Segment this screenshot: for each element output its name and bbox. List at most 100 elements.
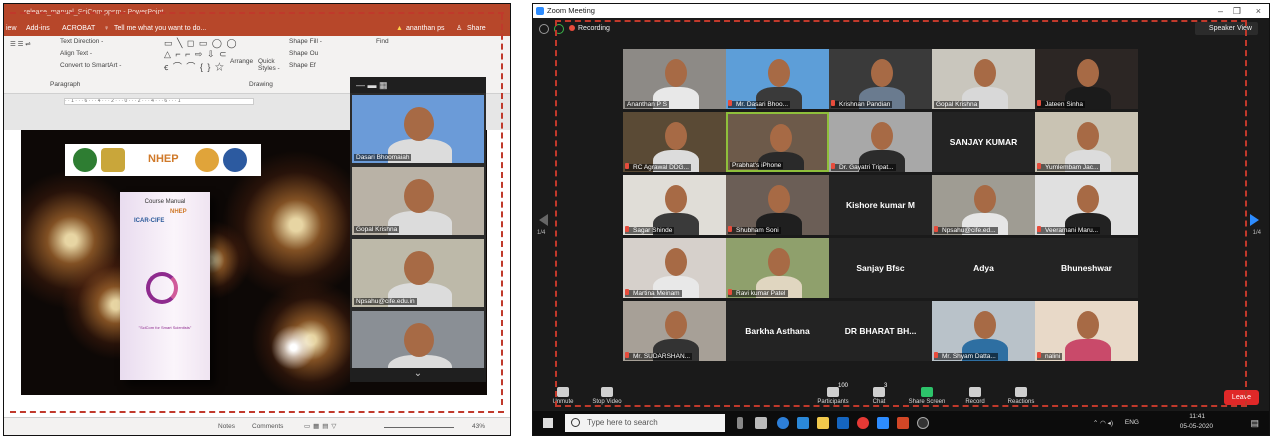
speaker-view-button[interactable]: Speaker View	[1194, 22, 1258, 35]
find-button[interactable]: Find	[376, 38, 389, 45]
person-face	[665, 59, 687, 87]
gallery-toolbar[interactable]: — ▬ ▦	[350, 77, 486, 93]
previous-page-icon[interactable]	[539, 214, 548, 226]
person-face	[665, 122, 687, 150]
participant-tile[interactable]: Gopal Krishna	[932, 49, 1035, 109]
participant-tile[interactable]: Bhuneshwar	[1035, 238, 1138, 298]
gallery-tile[interactable]: Gopal Krishna	[352, 167, 484, 235]
powerpoint-icon[interactable]	[897, 417, 909, 429]
leave-button[interactable]: Leave	[1223, 390, 1259, 405]
unmute-button[interactable]: Unmute	[541, 383, 585, 405]
participant-tile[interactable]: Dr. Gayatri Tripat...	[829, 112, 932, 172]
participant-name: RC Agrawal DDG...	[625, 164, 691, 171]
maximize-icon[interactable]: ❐	[1233, 4, 1241, 18]
participant-tile[interactable]: Barkha Asthana	[726, 301, 829, 361]
shape-effects-button[interactable]: Shape Ef	[289, 62, 316, 69]
chrome-icon[interactable]	[857, 417, 869, 429]
participant-tile[interactable]: Ravi kumar Patel	[726, 238, 829, 298]
stop-video-button[interactable]: Stop Video	[585, 383, 629, 405]
mail-icon[interactable]	[837, 417, 849, 429]
text-direction-button[interactable]: Text Direction -	[60, 38, 103, 45]
person-face	[404, 107, 434, 141]
close-icon[interactable]: ×	[1256, 4, 1261, 18]
partner-logos: NHEP	[65, 144, 261, 176]
store-icon[interactable]	[797, 417, 809, 429]
gallery-tile[interactable]: Dasari Bhoomaiah	[352, 95, 484, 163]
clock-time[interactable]: 11:41	[1189, 413, 1205, 420]
view-buttons[interactable]: ▭▦▤▽	[304, 418, 339, 435]
participant-tile[interactable]: Sanjay Bfsc	[829, 238, 932, 298]
microphone-icon[interactable]	[737, 417, 743, 429]
course-manual-title: Course Manual	[144, 199, 186, 205]
gallery-tile[interactable]: Npsahu@cife.edu.in	[352, 239, 484, 307]
next-page-icon[interactable]	[1250, 214, 1259, 226]
participant-tile[interactable]: Prabhat's iPhone	[726, 112, 829, 172]
participant-tile[interactable]: DR BHARAT BH...	[829, 301, 932, 361]
shape-outline-button[interactable]: Shape Ou	[289, 50, 318, 57]
arrange-button[interactable]: Arrange	[230, 58, 253, 65]
task-view-icon[interactable]	[755, 417, 767, 429]
dashed-border	[555, 20, 557, 407]
record-button[interactable]: Record	[953, 383, 997, 405]
participant-tile[interactable]: Sagar Shinde	[623, 175, 726, 235]
person-face	[974, 185, 996, 213]
share-screen-button[interactable]: Share Screen	[905, 383, 949, 405]
participant-tile[interactable]: Krishnan Pandian	[829, 49, 932, 109]
convert-smartart-button[interactable]: Convert to SmartArt -	[60, 62, 121, 69]
participant-tile[interactable]: Adya	[932, 238, 1035, 298]
shapes-gallery[interactable]: ▭ ╲ ◻ ▭ ◯ ◯ △ ⌐ ⌐ ⇨ ⇩ ⊂ ꞓ ⌒ ⌒ { } ☆	[164, 38, 238, 73]
tab-view[interactable]: iew	[6, 21, 17, 36]
list-icons[interactable]: ☰ ☰ ⇌	[10, 40, 31, 48]
participant-tile[interactable]: RC Agrawal DDG...	[623, 112, 726, 172]
quick-styles-button[interactable]: Quick Styles -	[258, 58, 284, 72]
participant-tile[interactable]: Npsahu@cife.ed...	[932, 175, 1035, 235]
language-indicator[interactable]: ENG	[1125, 419, 1139, 426]
app-icon[interactable]	[917, 417, 929, 429]
participant-name: Mr. Shyam Datta...	[934, 353, 998, 360]
edge-icon[interactable]	[777, 417, 789, 429]
participant-name: Mr. SUDARSHAN...	[625, 353, 693, 360]
chat-button[interactable]: 3 Chat	[857, 383, 901, 405]
participant-name: Sagar Shinde	[625, 227, 675, 234]
clock-date[interactable]: 05-05-2020	[1180, 423, 1213, 430]
tell-me-search[interactable]: Tell me what you want to do...	[114, 21, 206, 36]
shape-fill-button[interactable]: Shape Fill -	[289, 38, 322, 45]
participants-button[interactable]: 100 Participants	[811, 383, 855, 405]
zoom-app-icon[interactable]	[877, 417, 889, 429]
tray-icons[interactable]: ⌃ ◠ ◂)	[1093, 419, 1113, 427]
tab-acrobat[interactable]: ACROBAT	[62, 21, 95, 36]
dashed-border	[10, 12, 504, 14]
participant-tile[interactable]: Ananthan P S	[623, 49, 726, 109]
info-icon[interactable]	[539, 24, 549, 34]
participant-tile[interactable]: Mr. Dasari Bhoo...	[726, 49, 829, 109]
zoom-title-bar: Zoom Meeting – ❐ ×	[533, 4, 1269, 18]
participant-tile[interactable]: Shubham Soni	[726, 175, 829, 235]
align-text-button[interactable]: Align Text -	[60, 50, 92, 57]
user-name[interactable]: ananthan ps	[406, 21, 445, 36]
chevron-down-icon[interactable]: ⌄	[350, 368, 486, 382]
minimize-icon[interactable]: –	[1218, 4, 1223, 18]
notes-button[interactable]: Notes	[218, 418, 235, 435]
notifications-icon[interactable]: ▤	[1250, 418, 1259, 429]
windows-start-icon[interactable]	[543, 418, 553, 428]
zoom-level[interactable]: 43%	[472, 418, 485, 435]
participant-tile[interactable]: Kishore kumar M	[829, 175, 932, 235]
university-logo	[223, 148, 247, 172]
taskbar-search[interactable]: Type here to search	[565, 414, 725, 432]
participant-tile[interactable]: Yumlembam Jac...	[1035, 112, 1138, 172]
reactions-button[interactable]: Reactions	[999, 383, 1043, 405]
participant-tile[interactable]: Mr. SUDARSHAN...	[623, 301, 726, 361]
participant-tile[interactable]: Martina Meinam	[623, 238, 726, 298]
participant-tile[interactable]: nalini	[1035, 301, 1138, 361]
recording-label: Recording	[578, 25, 610, 32]
participant-tile[interactable]: SANJAY KUMAR	[932, 112, 1035, 172]
tab-add-ins[interactable]: Add-ins	[26, 21, 50, 36]
share-button[interactable]: Share	[467, 21, 486, 36]
camera-icon	[601, 387, 613, 397]
participant-tile[interactable]: Mr. Shyam Datta...	[932, 301, 1035, 361]
participant-tile[interactable]: Jateen Sinha	[1035, 49, 1138, 109]
zoom-slider[interactable]	[384, 427, 454, 428]
comments-button[interactable]: Comments	[252, 418, 283, 435]
file-explorer-icon[interactable]	[817, 417, 829, 429]
participant-tile[interactable]: Veeramani Maru...	[1035, 175, 1138, 235]
